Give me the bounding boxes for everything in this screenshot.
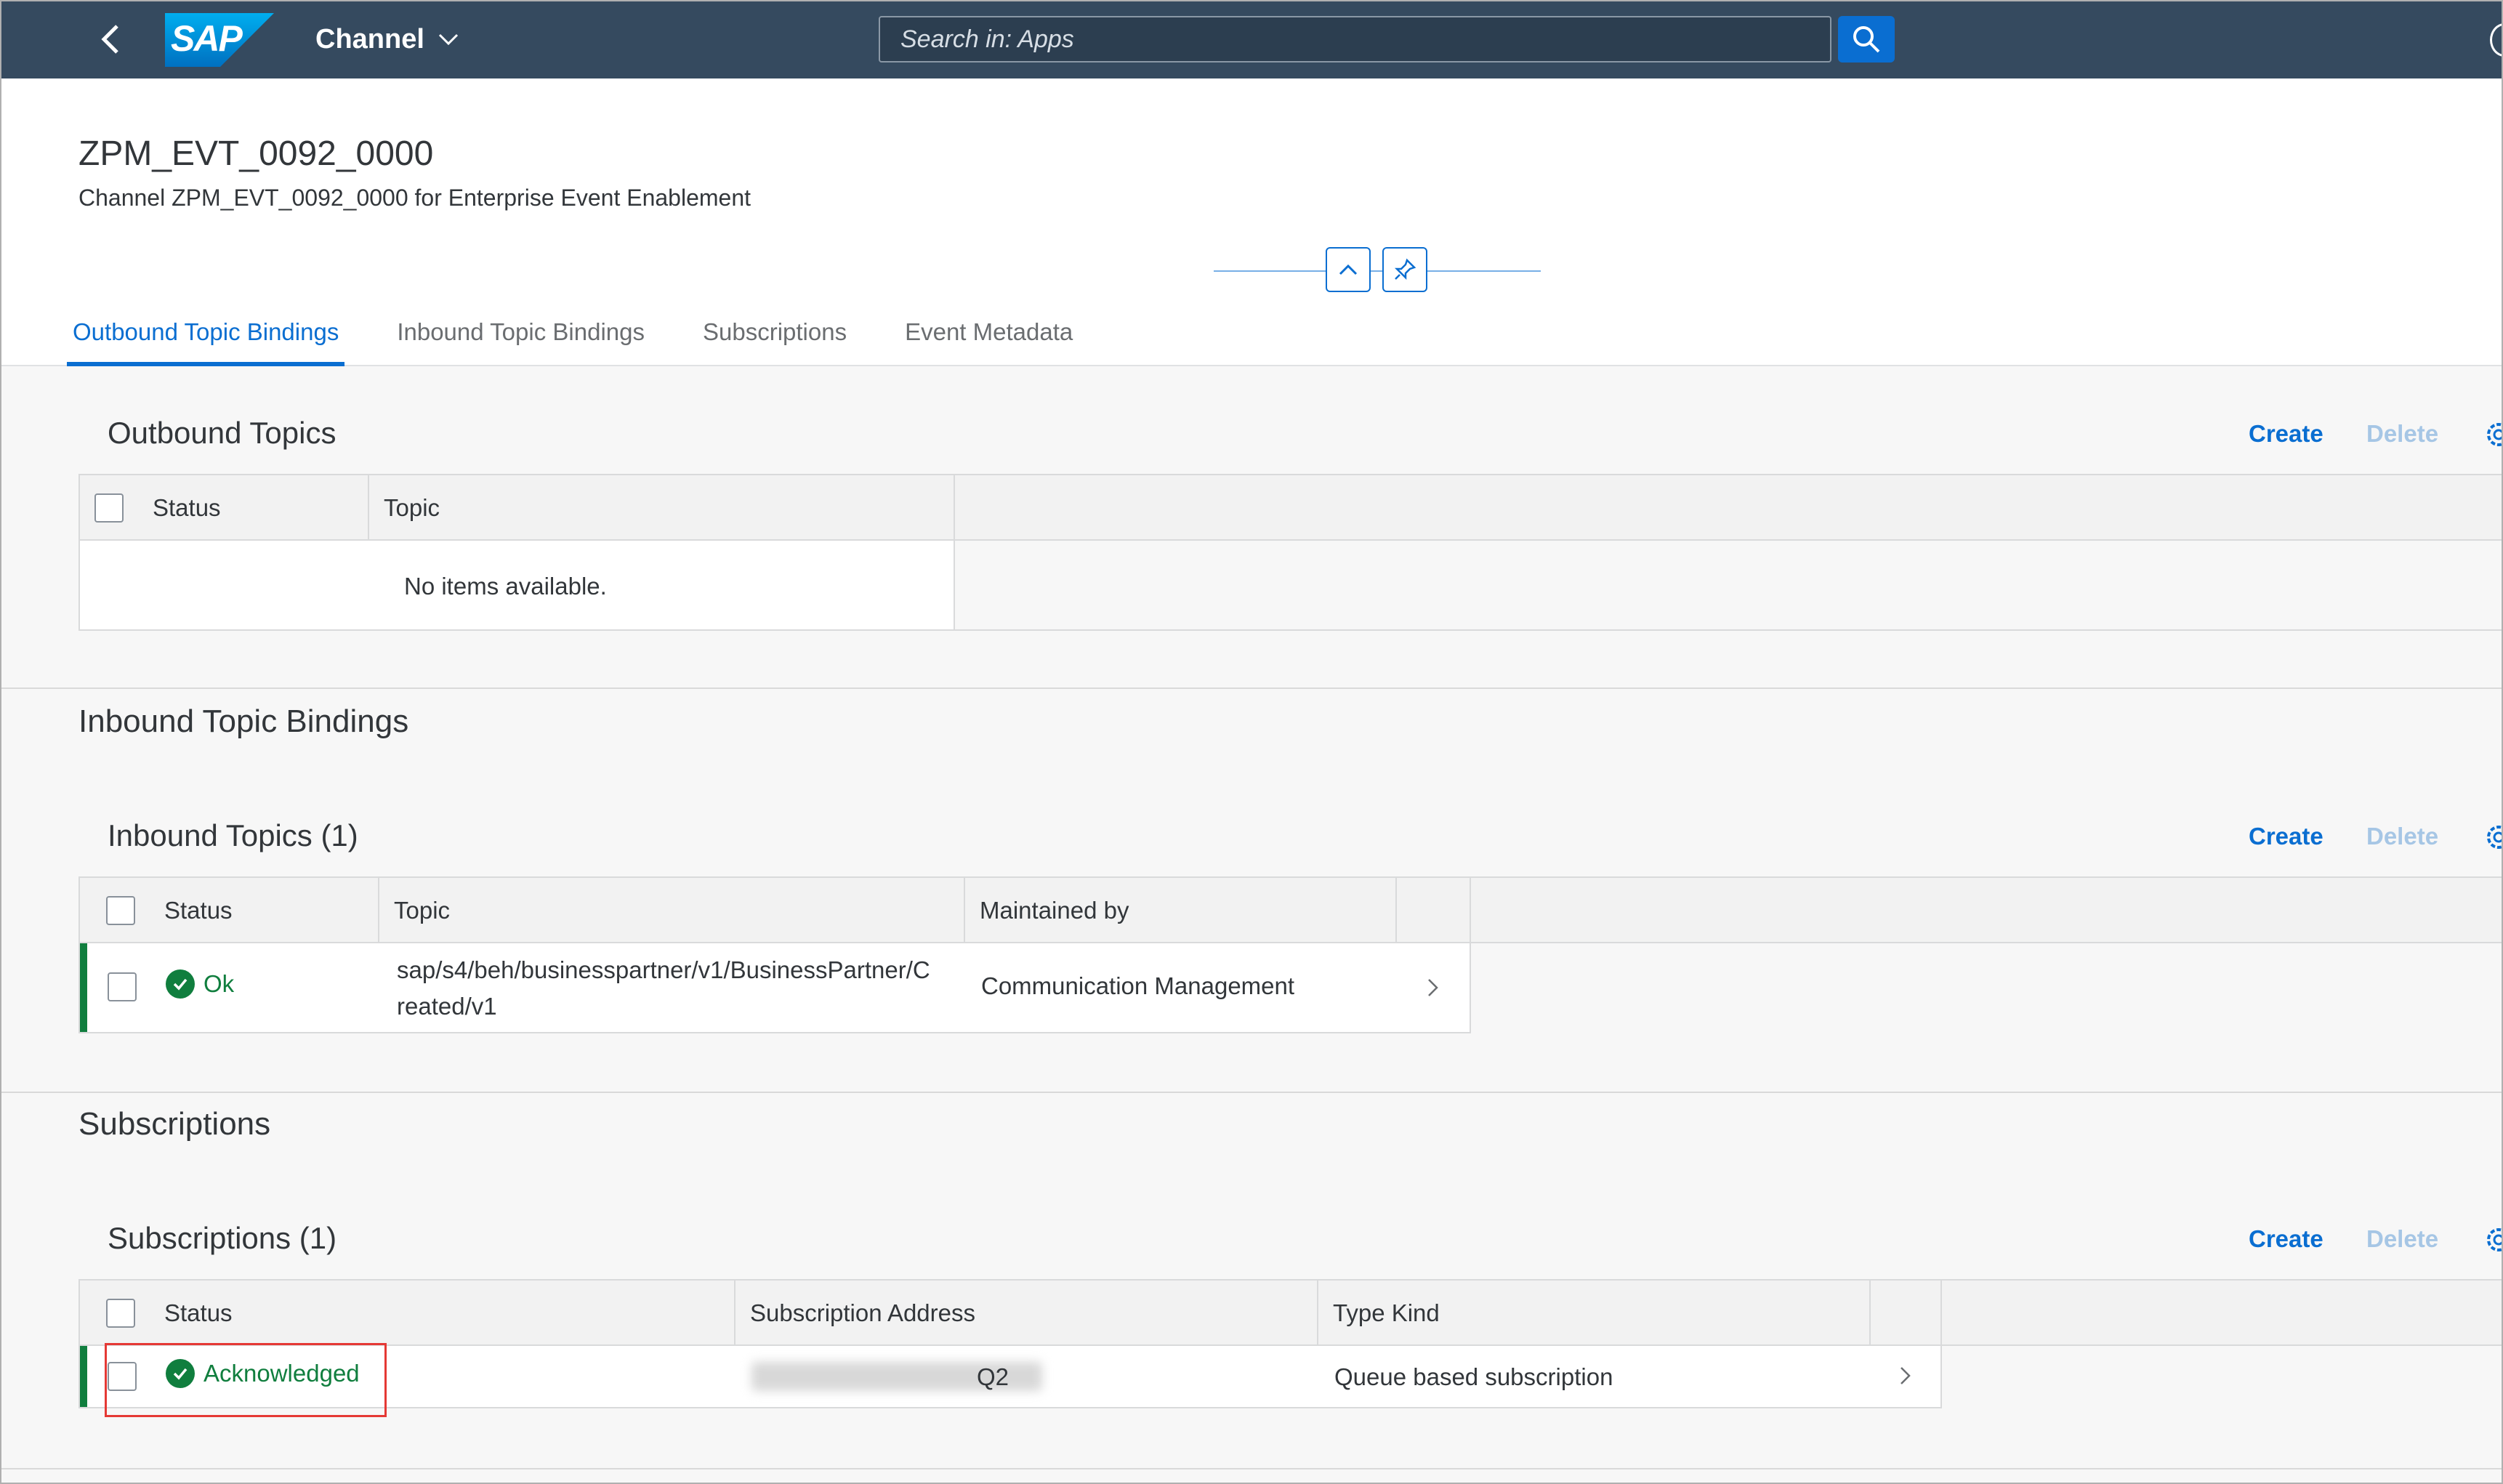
topic-line-2: reated/v1 (397, 993, 497, 1020)
pin-icon (1394, 258, 1416, 281)
inbound-create-button[interactable]: Create (2249, 823, 2323, 850)
tab-bar: Outbound Topic Bindings Inbound Topic Bi… (66, 308, 1131, 366)
search-button[interactable] (1838, 16, 1895, 62)
chevron-right-icon[interactable] (1894, 1365, 1916, 1387)
page-subtitle: Channel ZPM_EVT_0092_0000 for Enterprise… (78, 185, 751, 211)
subscriptions-col-nav (1871, 1281, 1940, 1346)
collapse-up-icon (1339, 264, 1358, 275)
type-kind-cell: Queue based subscription (1334, 1363, 1613, 1390)
subscriptions-table-header: Status Subscription Address Type Kind (80, 1281, 1940, 1346)
tab-subscriptions[interactable]: Subscriptions (703, 308, 847, 366)
subscription-address-cell: Q2 (977, 1363, 1009, 1390)
inbound-col-topic: Topic (379, 878, 965, 943)
outbound-table-bottom (955, 629, 2502, 631)
inbound-delete-button[interactable]: Delete (2366, 823, 2438, 850)
inbound-table-header: Status Topic Maintained by (80, 878, 1470, 943)
outbound-table: Status Topic No items available. (78, 474, 955, 631)
outbound-delete-button[interactable]: Delete (2366, 420, 2438, 448)
row-checkbox[interactable] (108, 972, 137, 1001)
inbound-section-title: Inbound Topic Bindings (78, 703, 409, 739)
subscriptions-select-all-checkbox[interactable] (106, 1299, 135, 1328)
chevron-down-icon (438, 33, 458, 46)
settings-gear-icon[interactable] (2483, 419, 2503, 451)
highlight-box (105, 1343, 387, 1417)
outbound-empty-text: No items available. (404, 573, 607, 600)
inbound-table-title: Inbound Topics (1) (108, 818, 358, 852)
outbound-table-filler (955, 474, 2502, 541)
subscriptions-table-filler (1942, 1279, 2502, 1346)
maintained-by-cell: Communication Management (981, 972, 1295, 999)
outbound-create-button[interactable]: Create (2249, 420, 2323, 448)
inbound-table-row[interactable]: Ok sap/s4/beh/businesspartner/v1/Busines… (80, 943, 1470, 1032)
app-title: Channel (315, 23, 424, 55)
subscriptions-col-status-label: Status (164, 1299, 233, 1326)
section-divider-3 (1, 1468, 2502, 1469)
outbound-table-header: Status Topic (80, 475, 954, 541)
inbound-table-filler (1471, 876, 2502, 943)
subscriptions-create-button[interactable]: Create (2249, 1225, 2323, 1253)
app-title-menu[interactable]: Channel (315, 20, 459, 58)
inbound-topic-cell: sap/s4/beh/businesspartner/v1/BusinessPa… (397, 952, 930, 1025)
chevron-right-icon[interactable] (1422, 977, 1443, 999)
settings-gear-icon[interactable] (2483, 821, 2503, 853)
shell-bar: SAP Channel (1, 1, 2502, 78)
search-input[interactable] (900, 25, 1830, 54)
pin-header-button[interactable] (1382, 247, 1427, 292)
inbound-col-maintained-by: Maintained by (965, 878, 1397, 943)
tab-inbound-topic-bindings[interactable]: Inbound Topic Bindings (397, 308, 645, 366)
subscriptions-table-title: Subscriptions (1) (108, 1221, 337, 1255)
tab-event-metadata[interactable]: Event Metadata (905, 308, 1073, 366)
inbound-col-nav (1397, 878, 1470, 943)
back-button[interactable] (89, 17, 132, 61)
inbound-col-status-label: Status (164, 897, 233, 924)
sap-logo[interactable]: SAP (165, 13, 274, 67)
object-header: ZPM_EVT_0092_0000 Channel ZPM_EVT_0092_0… (1, 78, 2502, 366)
checkmark-circle-icon (166, 969, 195, 999)
subscriptions-col-status: Status (80, 1281, 735, 1346)
settings-gear-icon[interactable] (2483, 1224, 2503, 1256)
outbound-col-topic: Topic (384, 494, 440, 521)
inbound-table: Status Topic Maintained by Ok sap/s4/beh… (78, 876, 1471, 1033)
sap-logo-text: SAP (171, 18, 243, 59)
subscriptions-delete-button[interactable]: Delete (2366, 1225, 2438, 1253)
outbound-select-all-checkbox[interactable] (94, 493, 124, 523)
status-ok: Ok (166, 969, 234, 999)
user-avatar[interactable] (2490, 23, 2502, 57)
outbound-col-status: Status (80, 475, 369, 541)
search-icon (1853, 26, 1880, 53)
row-status-indicator (80, 1346, 87, 1407)
section-divider-1 (1, 687, 2502, 689)
header-divider (1214, 270, 1541, 272)
subscriptions-col-type-kind: Type Kind (1318, 1281, 1871, 1346)
outbound-table-title: Outbound Topics (108, 416, 336, 450)
outbound-col-status-label: Status (153, 494, 221, 521)
tab-outbound-topic-bindings[interactable]: Outbound Topic Bindings (66, 308, 345, 366)
inbound-col-status: Status (80, 878, 379, 943)
subscriptions-col-address: Subscription Address (735, 1281, 1318, 1346)
status-text: Ok (203, 970, 235, 997)
page-title: ZPM_EVT_0092_0000 (78, 134, 434, 173)
back-icon (101, 25, 118, 54)
search-field (879, 16, 1831, 62)
section-divider-2 (1, 1092, 2502, 1093)
app-window: SAP Channel ZPM_EVT_0092_0000 Channel ZP… (0, 0, 2503, 1484)
inbound-select-all-checkbox[interactable] (106, 896, 135, 925)
topic-line-1: sap/s4/beh/businesspartner/v1/BusinessPa… (397, 956, 930, 983)
subscriptions-section-title: Subscriptions (78, 1106, 271, 1142)
row-status-indicator (80, 943, 87, 1032)
collapse-header-button[interactable] (1326, 247, 1371, 292)
